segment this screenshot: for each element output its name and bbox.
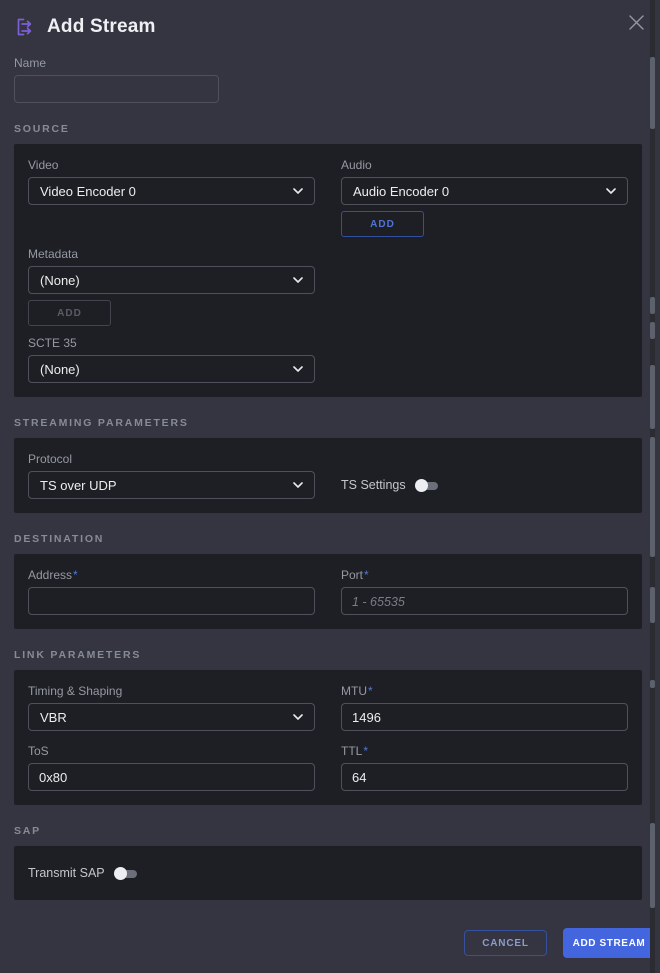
add-stream-icon [14,16,36,38]
scrollbar-thumb[interactable] [650,437,655,557]
ttl-label-text: TTL [341,744,362,758]
ts-settings-group: TS Settings [341,478,628,492]
port-input[interactable] [341,587,628,615]
video-select[interactable]: Video Encoder 0 [28,177,315,205]
scte35-select[interactable]: (None) [28,355,315,383]
chevron-down-icon [293,482,303,488]
source-section-title: SOURCE [14,123,642,136]
timing-label: Timing & Shaping [28,684,315,698]
transmit-sap-toggle[interactable] [114,867,137,880]
chevron-down-icon [293,277,303,283]
tos-input[interactable] [28,763,315,791]
scrollbar-thumb[interactable] [650,322,655,339]
transmit-sap-label: Transmit SAP [28,866,105,880]
chevron-down-icon [606,188,616,194]
tos-label: ToS [28,744,315,758]
port-label: Port* [341,568,628,582]
audio-field-group: Audio Audio Encoder 0 ADD [341,158,628,237]
destination-section-title: DESTINATION [14,533,642,546]
video-select-value: Video Encoder 0 [40,184,136,199]
tos-field-group: ToS [28,744,315,791]
metadata-field-group: Metadata (None) ADD [28,247,315,326]
source-panel: Video Video Encoder 0 Audio Audio Encode… [14,144,642,397]
scrollbar-thumb[interactable] [650,297,655,314]
mtu-label-text: MTU [341,684,367,698]
audio-label: Audio [341,158,628,172]
address-label-text: Address [28,568,72,582]
timing-field-group: Timing & Shaping VBR [28,684,315,731]
scrollbar-thumb[interactable] [650,680,655,688]
metadata-select[interactable]: (None) [28,266,315,294]
address-input[interactable] [28,587,315,615]
add-audio-button[interactable]: ADD [341,211,424,237]
protocol-select[interactable]: TS over UDP [28,471,315,499]
required-asterisk: * [364,568,369,582]
ttl-label: TTL* [341,744,628,758]
video-field-group: Video Video Encoder 0 [28,158,315,237]
port-label-text: Port [341,568,363,582]
streaming-panel: Protocol TS over UDP TS Settings [14,438,642,513]
cancel-button[interactable]: CANCEL [464,930,547,956]
close-button[interactable] [623,10,649,36]
destination-panel: Address* Port* [14,554,642,629]
mtu-input[interactable] [341,703,628,731]
audio-select[interactable]: Audio Encoder 0 [341,177,628,205]
toggle-knob [415,479,428,492]
add-metadata-button[interactable]: ADD [28,300,111,326]
add-stream-dialog: Add Stream Name SOURCE Video Video Encod… [14,14,642,900]
mtu-label: MTU* [341,684,628,698]
transmit-sap-group: Transmit SAP [28,866,628,880]
mtu-field-group: MTU* [341,684,628,731]
add-stream-button[interactable]: ADD STREAM [563,928,655,958]
protocol-label: Protocol [28,452,315,466]
scte35-field-group: SCTE 35 (None) [28,336,315,383]
address-field-group: Address* [28,568,315,615]
scte35-label: SCTE 35 [28,336,315,350]
chevron-down-icon [293,188,303,194]
dialog-header: Add Stream [14,14,642,40]
sap-panel: Transmit SAP [14,846,642,900]
ts-settings-toggle[interactable] [415,479,438,492]
address-label: Address* [28,568,315,582]
link-panel: Timing & Shaping VBR MTU* ToS TTL* [14,670,642,805]
ttl-input[interactable] [341,763,628,791]
link-section-title: LINK PARAMETERS [14,649,642,662]
toggle-knob [114,867,127,880]
scte35-select-value: (None) [40,362,80,377]
timing-select-value: VBR [40,710,67,725]
ts-settings-label: TS Settings [341,478,406,492]
audio-select-value: Audio Encoder 0 [353,184,449,199]
streaming-section-title: STREAMING PARAMETERS [14,417,642,430]
ttl-field-group: TTL* [341,744,628,791]
metadata-label: Metadata [28,247,315,261]
required-asterisk: * [363,744,368,758]
scrollbar-thumb[interactable] [650,823,655,908]
required-asterisk: * [368,684,373,698]
metadata-select-value: (None) [40,273,80,288]
name-field-group: Name [14,56,219,103]
protocol-select-value: TS over UDP [40,478,117,493]
name-label: Name [14,56,219,70]
name-input[interactable] [14,75,219,103]
protocol-field-group: Protocol TS over UDP [28,452,315,499]
close-icon [628,14,645,31]
chevron-down-icon [293,366,303,372]
scrollbar[interactable] [650,0,655,973]
scrollbar-thumb[interactable] [650,57,655,129]
port-field-group: Port* [341,568,628,615]
scrollbar-thumb[interactable] [650,365,655,429]
chevron-down-icon [293,714,303,720]
video-label: Video [28,158,315,172]
sap-section-title: SAP [14,825,642,838]
dialog-title: Add Stream [47,16,156,38]
scrollbar-thumb[interactable] [650,587,655,623]
dialog-footer: CANCEL ADD STREAM [0,928,655,958]
timing-select[interactable]: VBR [28,703,315,731]
required-asterisk: * [73,568,78,582]
